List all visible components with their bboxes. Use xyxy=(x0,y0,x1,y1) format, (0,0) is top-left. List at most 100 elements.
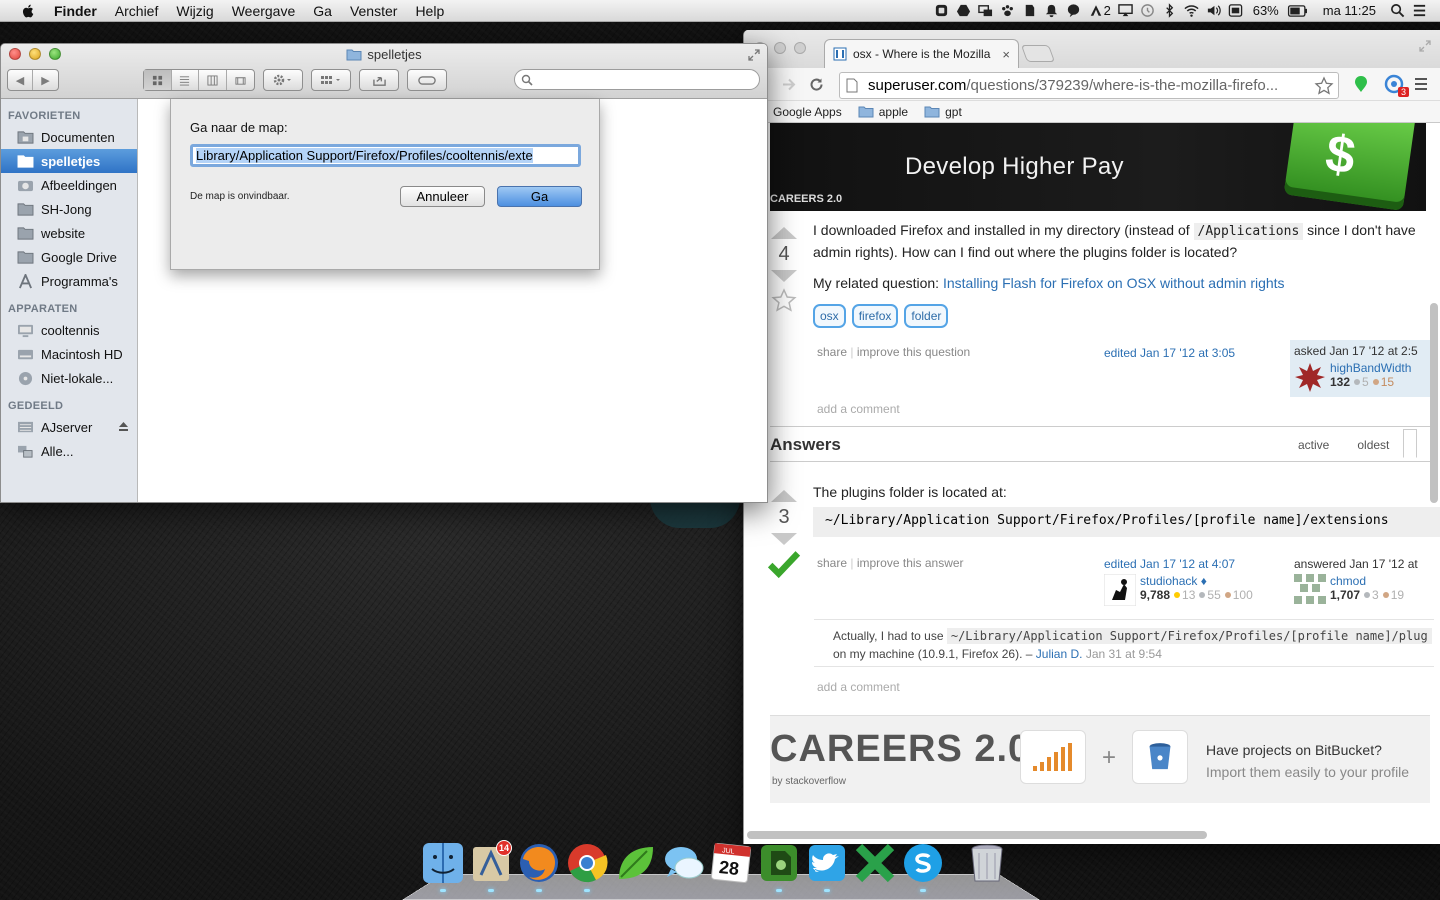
menu-archief[interactable]: Archief xyxy=(115,3,159,19)
upvote-arrow-icon[interactable] xyxy=(771,490,797,502)
menu-finder[interactable]: Finder xyxy=(54,3,97,19)
sidebar-item-cooltennis[interactable]: cooltennis xyxy=(1,318,137,342)
asker-name[interactable]: highBandWidth xyxy=(1330,361,1411,375)
dock-calendar[interactable]: JUL 28 xyxy=(708,840,754,886)
google-drive-status-icon[interactable] xyxy=(953,0,975,22)
adobe-status-icon[interactable]: 2 xyxy=(1085,0,1115,22)
cover-flow-view-icon[interactable] xyxy=(227,70,254,90)
question-add-comment-link[interactable]: add a comment xyxy=(817,402,900,416)
careers-banner-ad[interactable]: $ Develop Higher Pay CAREERS 2.0 xyxy=(770,123,1426,211)
bookmark-google-apps[interactable]: Google Apps xyxy=(773,105,842,119)
sidebar-item-all-shared[interactable]: Alle... xyxy=(1,439,137,463)
sidebar-item-afbeeldingen[interactable]: Afbeeldingen xyxy=(1,173,137,197)
sidebar-item-documenten[interactable]: Documenten xyxy=(1,125,137,149)
list-view-icon[interactable] xyxy=(172,70,199,90)
tag-firefox[interactable]: firefox xyxy=(851,304,899,328)
notification-bell-icon[interactable] xyxy=(1041,0,1063,22)
dock-skype[interactable] xyxy=(900,840,946,892)
bookmark-star-icon[interactable] xyxy=(1314,76,1334,96)
bluetooth-icon[interactable] xyxy=(1159,0,1181,22)
answerer-avatar[interactable] xyxy=(1294,574,1326,606)
vertical-scrollbar[interactable] xyxy=(1430,303,1438,503)
horizontal-scrollbar[interactable] xyxy=(747,831,1207,839)
reload-icon[interactable] xyxy=(808,76,825,93)
asker-avatar[interactable] xyxy=(1294,361,1326,393)
dock-firefox[interactable] xyxy=(516,840,562,892)
fullscreen-icon[interactable] xyxy=(747,48,761,62)
comment-user-link[interactable]: Julian D. xyxy=(1036,647,1083,661)
sidebar-item-sh-jong[interactable]: SH-Jong xyxy=(1,197,137,221)
dock-chrome[interactable] xyxy=(564,840,610,892)
dock-mail[interactable]: 14 xyxy=(468,840,514,892)
downvote-arrow-icon[interactable] xyxy=(771,270,797,282)
column-view-icon[interactable] xyxy=(199,70,227,90)
sort-tab-active[interactable]: active xyxy=(1284,429,1343,458)
arrange-button[interactable] xyxy=(311,69,351,91)
sidebar-item-remote-disc[interactable]: Niet-lokale... xyxy=(1,366,137,390)
evernote-status-icon[interactable] xyxy=(931,0,953,22)
sidebar-item-ajserver[interactable]: AJserver xyxy=(1,415,137,439)
finder-search-field[interactable] xyxy=(514,69,760,90)
notification-center-icon[interactable] xyxy=(1408,0,1430,22)
dock-leaf-app[interactable] xyxy=(612,840,658,886)
zoom-window-button[interactable] xyxy=(794,42,806,54)
tag-folder[interactable]: folder xyxy=(904,304,949,328)
address-bar[interactable]: superuser.com/questions/379239/where-is-… xyxy=(839,72,1339,99)
sort-tab-oldest[interactable]: oldest xyxy=(1343,429,1403,458)
sidebar-item-programmas[interactable]: Programma's xyxy=(1,269,137,293)
dock-finder[interactable] xyxy=(420,840,466,892)
input-source-icon[interactable] xyxy=(1225,0,1247,22)
spotlight-search-icon[interactable] xyxy=(1386,0,1408,22)
wifi-icon[interactable] xyxy=(1181,0,1203,22)
paw-status-icon[interactable] xyxy=(997,0,1019,22)
new-tab-button[interactable] xyxy=(1020,45,1056,62)
sidebar-item-macintosh-hd[interactable]: Macintosh HD xyxy=(1,342,137,366)
upvote-arrow-icon[interactable] xyxy=(771,227,797,239)
chat-bubble-status-icon[interactable] xyxy=(1063,0,1085,22)
menu-venster[interactable]: Venster xyxy=(350,3,397,19)
extension-badge-wrapper[interactable]: 3 xyxy=(1383,73,1409,97)
careers-footer-ad[interactable]: CAREERS 2.0 by stackoverflow + Have proj… xyxy=(770,715,1430,803)
volume-icon[interactable] xyxy=(1203,0,1225,22)
share-question-link[interactable]: share xyxy=(817,345,847,359)
tag-osx[interactable]: osx xyxy=(813,304,846,328)
back-arrow-icon[interactable]: ◀ xyxy=(8,70,34,90)
share-answer-link[interactable]: share xyxy=(817,556,847,570)
evernote-helper-icon[interactable] xyxy=(1019,0,1041,22)
favorite-star-icon[interactable] xyxy=(770,287,798,315)
forward-arrow-icon[interactable] xyxy=(780,76,797,93)
bookmark-folder-gpt[interactable]: gpt xyxy=(924,105,962,119)
menu-ga[interactable]: Ga xyxy=(313,3,332,19)
bookmark-folder-apple[interactable]: apple xyxy=(858,105,908,119)
search-input[interactable] xyxy=(537,72,747,87)
apple-menu-icon[interactable] xyxy=(18,3,38,19)
answer-edited-link[interactable]: edited Jan 17 '12 at 4:07 xyxy=(1104,557,1253,571)
editor-avatar[interactable] xyxy=(1104,574,1136,606)
menu-help[interactable]: Help xyxy=(415,3,444,19)
go-button[interactable]: Ga xyxy=(497,186,582,207)
share-button[interactable] xyxy=(359,69,399,91)
dock-evernote[interactable] xyxy=(756,840,802,892)
minimize-window-button[interactable] xyxy=(774,42,786,54)
action-gear-button[interactable] xyxy=(263,69,303,91)
display-status-icon[interactable] xyxy=(975,0,997,22)
answerer-name[interactable]: chmod xyxy=(1330,574,1404,588)
editor-name[interactable]: studiohack xyxy=(1140,574,1197,588)
chrome-menu-icon[interactable] xyxy=(1413,76,1429,92)
icon-view-icon[interactable] xyxy=(144,70,172,90)
airplay-icon[interactable] xyxy=(1115,0,1137,22)
eject-icon[interactable] xyxy=(118,421,129,432)
sidebar-item-website[interactable]: website xyxy=(1,221,137,245)
sidebar-item-google-drive[interactable]: Google Drive xyxy=(1,245,137,269)
dock-excel[interactable] xyxy=(852,840,898,886)
evernote-extension-icon[interactable] xyxy=(1351,74,1371,94)
tags-button[interactable] xyxy=(407,69,447,91)
dock-messages[interactable] xyxy=(660,840,706,886)
battery-percentage[interactable]: 63% xyxy=(1253,3,1279,18)
forward-arrow-icon[interactable]: ▶ xyxy=(33,70,58,90)
menu-wijzig[interactable]: Wijzig xyxy=(176,3,213,19)
fullscreen-icon[interactable] xyxy=(1418,39,1432,53)
sidebar-item-spelletjes[interactable]: spelletjes xyxy=(1,149,137,173)
answer-add-comment-link[interactable]: add a comment xyxy=(817,680,900,694)
time-machine-icon[interactable] xyxy=(1137,0,1159,22)
